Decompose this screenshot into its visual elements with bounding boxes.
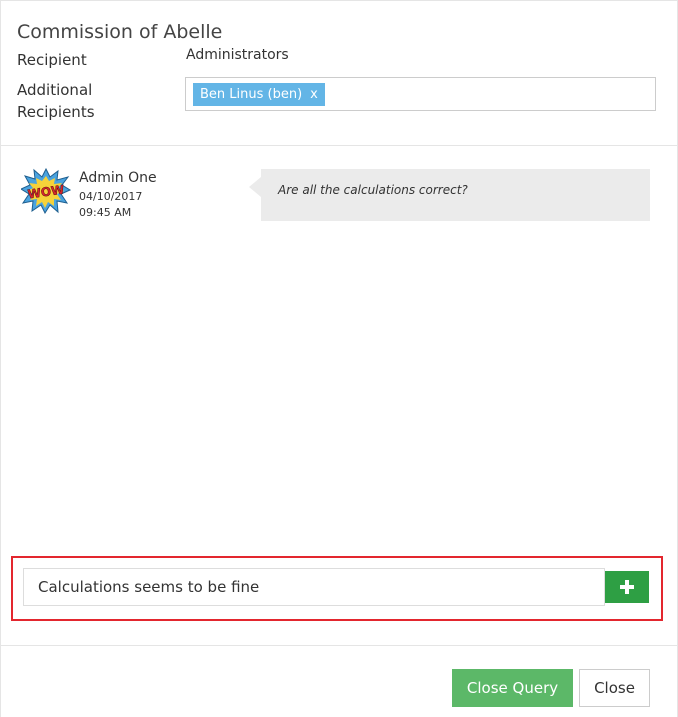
message-text: Are all the calculations correct? (278, 183, 468, 197)
footer-divider (1, 645, 678, 646)
plus-icon (620, 580, 634, 594)
additional-recipients-label: Additional Recipients (17, 81, 95, 121)
add-reply-button[interactable] (605, 571, 649, 603)
recipient-tag-label: Ben Linus (ben) (200, 87, 303, 102)
message-date: 04/10/2017 (79, 190, 143, 203)
recipient-label: Recipient (17, 51, 87, 69)
message-bubble: Are all the calculations correct? (249, 169, 650, 221)
reply-input[interactable] (23, 568, 605, 606)
recipient-value: Administrators (186, 47, 289, 63)
close-button[interactable]: Close (579, 669, 650, 707)
message-author: Admin One (79, 170, 157, 186)
remove-tag-icon[interactable]: x (310, 87, 318, 102)
dialog-title: Commission of Abelle (17, 21, 223, 43)
close-query-button[interactable]: Close Query (452, 669, 573, 707)
message-time: 09:45 AM (79, 206, 132, 219)
recipient-tag: Ben Linus (ben) x (193, 83, 325, 106)
wow-comic-icon: WOW (21, 168, 71, 214)
additional-recipients-field[interactable]: Ben Linus (ben) x (185, 77, 656, 111)
commission-dialog: Commission of Abelle Recipient Administr… (0, 0, 678, 717)
header-divider (1, 145, 678, 146)
